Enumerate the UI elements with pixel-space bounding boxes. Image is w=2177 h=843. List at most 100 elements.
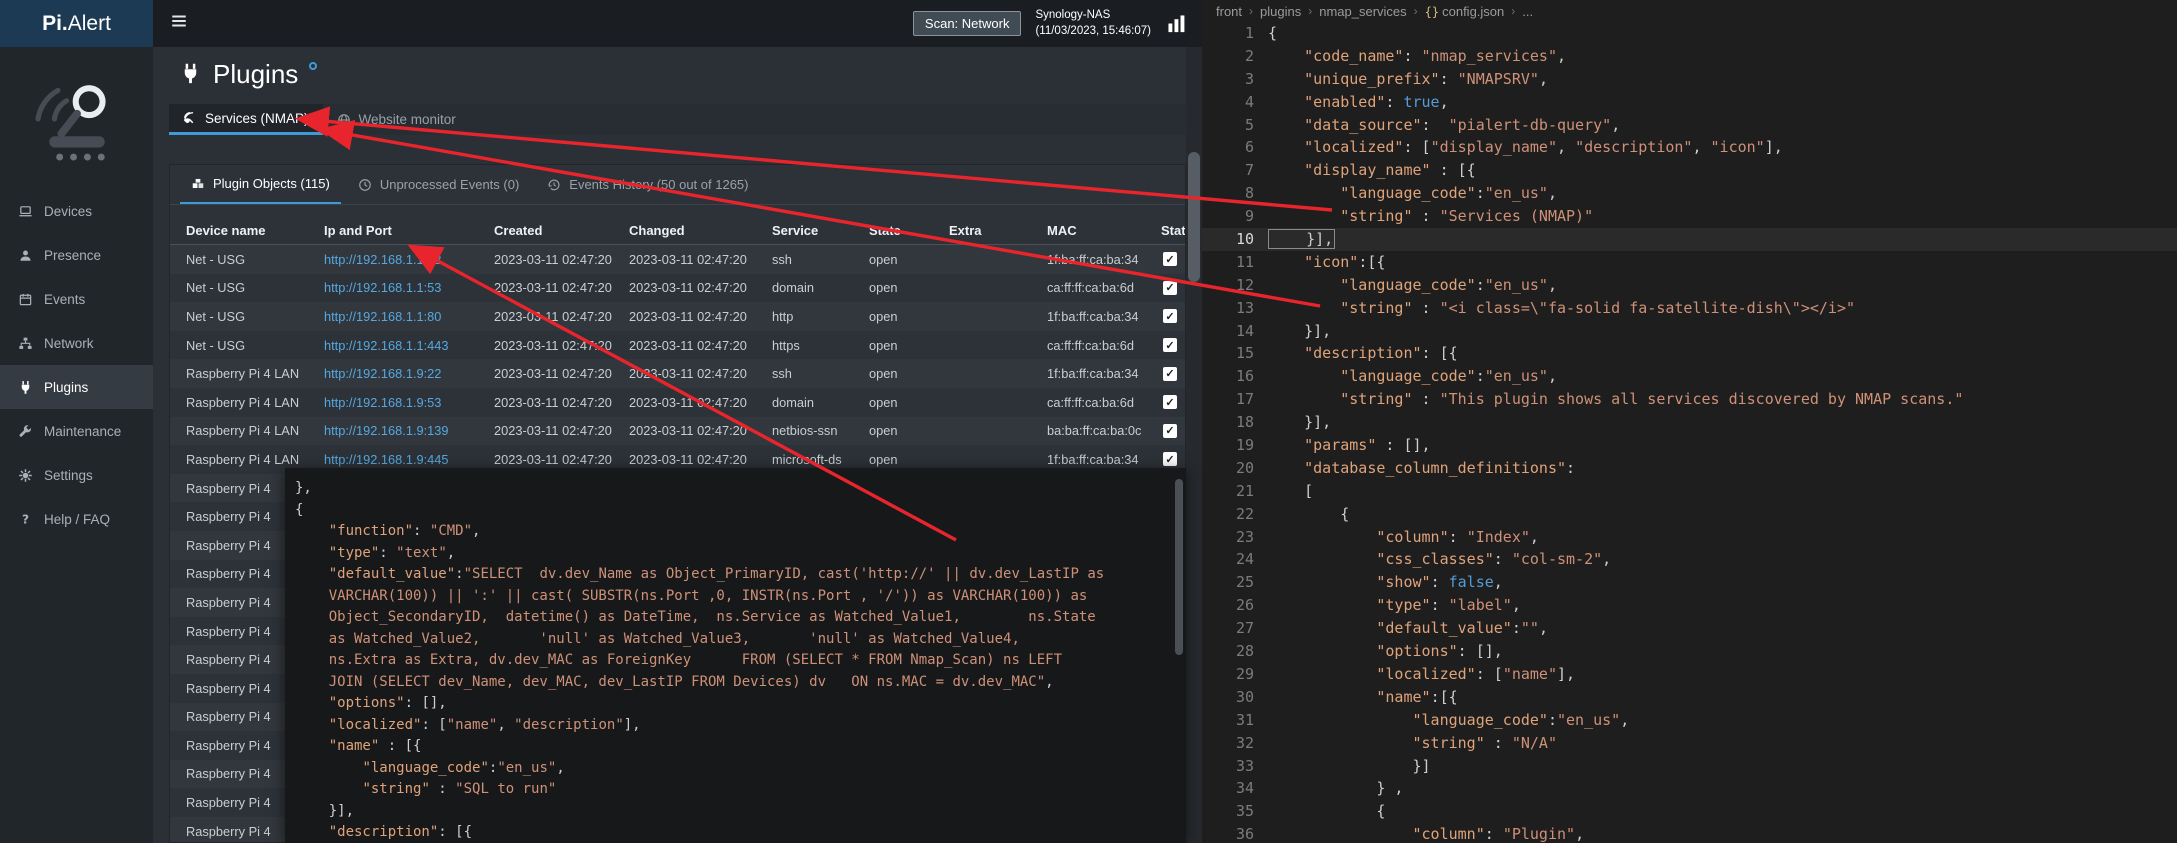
- table-cell: https: [772, 338, 869, 353]
- column-header[interactable]: Service: [772, 223, 869, 238]
- tab-services-nmap[interactable]: Services (NMAP): [169, 104, 323, 135]
- breadcrumb-item[interactable]: ...: [1522, 4, 1533, 19]
- sidebar-item-devices[interactable]: Devices: [0, 189, 153, 233]
- ip-port-link[interactable]: http://192.168.1.9:139: [324, 423, 449, 438]
- column-header[interactable]: Extra: [949, 223, 1047, 238]
- ip-port-link[interactable]: http://192.168.1.9:445: [324, 452, 449, 467]
- table-cell: Net - USG: [186, 309, 324, 324]
- scan-status-badge[interactable]: Scan: Network: [913, 11, 1022, 36]
- sidebar-item-label: Maintenance: [44, 424, 121, 439]
- status-checkbox[interactable]: ✓: [1163, 309, 1177, 323]
- ip-port-link[interactable]: http://192.168.1.1:80: [324, 309, 441, 324]
- table-cell: 2023-03-11 02:47:20: [494, 366, 629, 381]
- table-row: Raspberry Pi 4 LANhttp://192.168.1.9:222…: [170, 359, 1185, 388]
- code-line: 17 "string" : "This plugin shows all ser…: [1202, 388, 2177, 411]
- code-line: 25 "show": false,: [1202, 571, 2177, 594]
- table-cell: open: [869, 452, 949, 467]
- breadcrumb-separator: ›: [1511, 4, 1515, 18]
- page-scrollbar: [1186, 47, 1202, 843]
- table-cell: ✓: [1161, 367, 1185, 381]
- plugin-subtabs: Plugin Objects (115) Unprocessed Events (…: [170, 165, 1185, 205]
- ip-port-link[interactable]: http://192.168.1.1:53: [324, 280, 441, 295]
- line-number: 36: [1202, 823, 1254, 843]
- sidebar-item-network[interactable]: Network: [0, 321, 153, 365]
- sidebar-item-settings[interactable]: Settings: [0, 453, 153, 497]
- table-cell: http://192.168.1.1:53: [324, 280, 494, 295]
- sidebar: DevicesPresenceEventsNetworkPlugins Maint…: [0, 47, 153, 843]
- tab-website-monitor[interactable]: Website monitor: [323, 104, 470, 135]
- table-cell: 2023-03-11 02:47:20: [629, 366, 772, 381]
- popup-scrollbar-thumb[interactable]: [1175, 479, 1183, 655]
- code-line: 4 "enabled": true,: [1202, 91, 2177, 114]
- column-header[interactable]: Device name: [186, 223, 324, 238]
- status-checkbox[interactable]: ✓: [1163, 395, 1177, 409]
- breadcrumb-item[interactable]: front: [1216, 4, 1242, 19]
- page-scrollbar-thumb[interactable]: [1188, 152, 1200, 282]
- table-cell: http: [772, 309, 869, 324]
- editor-code-area[interactable]: 1{2 "code_name": "nmap_services",3 "uniq…: [1202, 22, 2177, 843]
- code-line: 29 "localized": ["name"],: [1202, 663, 2177, 686]
- subtab-events-history-50-out-of-1265[interactable]: Events History (50 out of 1265): [536, 165, 759, 204]
- table-cell: 2023-03-11 02:47:20: [494, 252, 629, 267]
- page-header: Plugins: [179, 56, 317, 92]
- status-checkbox[interactable]: ✓: [1163, 281, 1177, 295]
- status-checkbox[interactable]: ✓: [1163, 424, 1177, 438]
- column-header[interactable]: State: [869, 223, 949, 238]
- subtab-plugin-objects-115[interactable]: Plugin Objects (115): [180, 165, 341, 204]
- line-number: 10: [1202, 228, 1254, 251]
- code-line: 11 "icon":[{: [1202, 251, 2177, 274]
- table-cell: open: [869, 309, 949, 324]
- sidebar-item-presence[interactable]: Presence: [0, 233, 153, 277]
- code-line: 3 "unique_prefix": "NMAPSRV",: [1202, 68, 2177, 91]
- breadcrumb-item[interactable]: nmap_services: [1319, 4, 1406, 19]
- table-cell: http://192.168.1.9:445: [324, 452, 494, 467]
- line-number: 6: [1202, 136, 1254, 159]
- column-header[interactable]: Changed: [629, 223, 772, 238]
- line-number: 23: [1202, 526, 1254, 549]
- ip-port-link[interactable]: http://192.168.1.1:443: [324, 338, 449, 353]
- table-cell: ✓: [1161, 424, 1185, 438]
- column-header[interactable]: Status: [1161, 223, 1185, 238]
- sidebar-item-events[interactable]: Events: [0, 277, 153, 321]
- hamburger-icon: [170, 12, 188, 35]
- status-checkbox[interactable]: ✓: [1163, 252, 1177, 266]
- table-cell: 2023-03-11 02:47:20: [629, 338, 772, 353]
- menu-toggle-button[interactable]: [156, 0, 202, 47]
- cubes-icon: [191, 177, 205, 191]
- breadcrumb-separator: ›: [1308, 4, 1312, 18]
- ip-port-link[interactable]: http://192.168.1.1:22: [324, 252, 441, 267]
- table-row: Net - USGhttp://192.168.1.1:532023-03-11…: [170, 274, 1185, 303]
- subtab-label: Plugin Objects (115): [213, 176, 330, 191]
- status-checkbox[interactable]: ✓: [1163, 367, 1177, 381]
- title-help-superscript[interactable]: [309, 62, 317, 70]
- topbar: Pi.Alert Scan: Network Synology-NAS (11/…: [0, 0, 1202, 47]
- line-number: 3: [1202, 68, 1254, 91]
- svg-text:?: ?: [22, 512, 29, 526]
- topbar-right: Scan: Network Synology-NAS (11/03/2023, …: [913, 0, 1188, 47]
- breadcrumb-item[interactable]: {}config.json: [1425, 4, 1505, 19]
- ip-port-link[interactable]: http://192.168.1.9:22: [324, 366, 441, 381]
- line-number: 19: [1202, 434, 1254, 457]
- line-number: 9: [1202, 205, 1254, 228]
- user-icon: [18, 248, 33, 263]
- ip-port-link[interactable]: http://192.168.1.9:53: [324, 395, 441, 410]
- status-checkbox[interactable]: ✓: [1163, 452, 1177, 466]
- table-cell: 1f:ba:ff:ca:ba:34: [1047, 309, 1161, 324]
- sidebar-item-help-faq[interactable]: ?Help / FAQ: [0, 497, 153, 541]
- status-checkbox[interactable]: ✓: [1163, 338, 1177, 352]
- tab-label: Website monitor: [359, 112, 456, 127]
- subtab-unprocessed-events-0[interactable]: Unprocessed Events (0): [347, 165, 530, 204]
- sidebar-item-plugins[interactable]: Plugins: [0, 365, 153, 409]
- line-number: 2: [1202, 45, 1254, 68]
- table-cell: 2023-03-11 02:47:20: [629, 395, 772, 410]
- host-time: (11/03/2023, 15:46:07): [1035, 24, 1151, 40]
- history-icon: [547, 178, 561, 192]
- brand-logo[interactable]: Pi.Alert: [0, 0, 153, 47]
- column-header[interactable]: Created: [494, 223, 629, 238]
- stats-icon[interactable]: [1165, 12, 1188, 35]
- line-number: 17: [1202, 388, 1254, 411]
- sidebar-item-maintenance[interactable]: Maintenance: [0, 409, 153, 453]
- breadcrumb-item[interactable]: plugins: [1260, 4, 1301, 19]
- column-header[interactable]: Ip and Port: [324, 223, 494, 238]
- column-header[interactable]: MAC: [1047, 223, 1161, 238]
